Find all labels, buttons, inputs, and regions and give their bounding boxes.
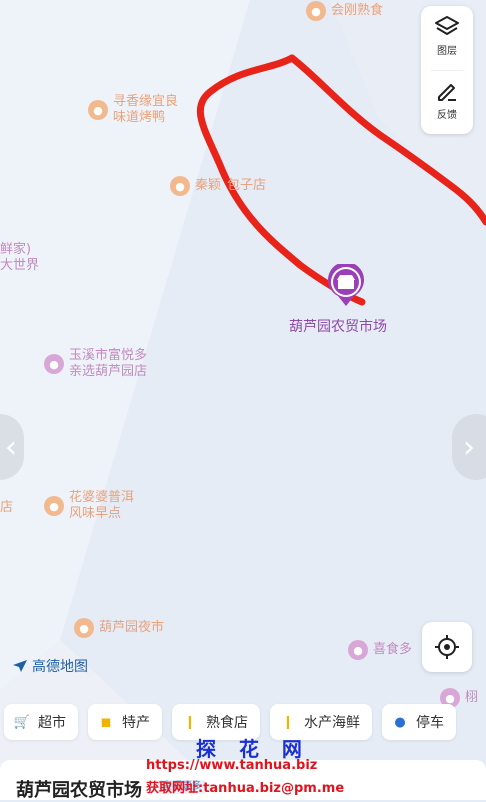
category-label: 熟食店 xyxy=(206,715,248,731)
market-icon xyxy=(328,261,364,306)
next-arrow-button[interactable]: › xyxy=(452,414,486,480)
map-base xyxy=(0,0,486,800)
category-specialty[interactable]: ◼ 特产 xyxy=(88,704,162,740)
poi-yuxi[interactable]: ● 玉溪市富悦多 亲选葫芦园店 xyxy=(44,348,147,380)
fork-icon: ❙ xyxy=(282,714,294,730)
car-icon: ● xyxy=(394,714,406,730)
poi-label: 亲选葫芦园店 xyxy=(69,364,148,379)
feedback-label: 反馈 xyxy=(437,110,457,121)
poi-label: 花婆婆普洱 xyxy=(69,490,135,505)
poi-label: 味道烤鸭 xyxy=(113,110,166,125)
layers-label: 图层 xyxy=(437,46,457,57)
chevron-left-icon: ‹ xyxy=(5,429,17,465)
poi-xishi[interactable]: ● 喜食多 xyxy=(348,640,412,660)
restaurant-icon: ● xyxy=(74,618,94,638)
poi-xunxiang[interactable]: ● 寻香缘宜良 味道烤鸭 xyxy=(88,94,178,126)
chevron-right-icon: › xyxy=(463,429,475,465)
restaurant-icon: ● xyxy=(170,176,190,196)
fork-icon: ❙ xyxy=(184,714,196,730)
locate-button[interactable] xyxy=(422,622,472,672)
poi-label: 会刚熟食 xyxy=(331,3,384,18)
category-label: 水产海鲜 xyxy=(304,715,360,731)
edit-pen-icon xyxy=(438,84,456,101)
offscreen-poi-label: 店 xyxy=(0,500,14,515)
divider xyxy=(431,70,463,71)
map-canvas[interactable]: ● 会刚熟食 ● 寻香缘宜良 味道烤鸭 ● 秦颖 包子店 鲜家) 大世界 葫芦园… xyxy=(0,0,486,800)
amap-arrow-icon xyxy=(13,660,27,672)
poi-label: 玉溪市富悦多 xyxy=(69,348,148,363)
category-label: 超市 xyxy=(38,715,66,731)
watermark-contact: 获取网址:tanhua.biz@pm.me xyxy=(146,781,345,796)
category-parking[interactable]: ● 停车 xyxy=(382,704,456,740)
brand-label: 高德地图 xyxy=(32,659,88,675)
restaurant-icon: ● xyxy=(306,1,326,21)
offscreen-poi-label: 鲜家) 大世界 xyxy=(0,242,40,273)
poi-huiru[interactable]: ● 会刚熟食 xyxy=(306,1,383,21)
amap-logo: 高德地图 xyxy=(12,656,88,676)
market-label: 葫芦园农贸市场 xyxy=(289,319,387,335)
layers-icon xyxy=(435,16,459,35)
watermark-url: https://www.tanhua.biz xyxy=(146,758,318,773)
category-supermarket[interactable]: 🛒 超市 xyxy=(4,704,78,740)
locate-icon xyxy=(435,635,459,659)
restaurant-icon: ● xyxy=(44,496,64,516)
restaurant-icon: ● xyxy=(88,100,108,120)
poi-label: 葫芦园夜市 xyxy=(99,620,165,635)
category-label: 特产 xyxy=(122,715,150,731)
poi-huapo[interactable]: ● 花婆婆普洱 风味早点 xyxy=(44,490,134,522)
feedback-button[interactable]: 反馈 xyxy=(421,78,473,138)
poi-label: 风味早点 xyxy=(69,506,122,521)
cart-icon: 🛒 xyxy=(13,714,31,730)
market-pin[interactable] xyxy=(326,261,366,308)
poi-label: 包子店 xyxy=(227,178,267,193)
poi-label: 寻香缘宜良 xyxy=(113,94,179,109)
layers-button[interactable]: 图层 xyxy=(421,14,473,74)
place-title: 葫芦园农贸市场 xyxy=(16,780,142,801)
bag-icon: ◼ xyxy=(100,714,112,730)
poi-baozi[interactable]: ● 秦颖 包子店 xyxy=(170,176,266,196)
category-label: 停车 xyxy=(416,715,444,731)
map-controls: 图层 反馈 xyxy=(421,6,473,134)
poi-yeshi[interactable]: ● 葫芦园夜市 xyxy=(74,618,164,638)
shop-icon: ● xyxy=(348,640,368,660)
shop-icon: ● xyxy=(44,354,64,374)
poi-label: 喜食多 xyxy=(373,642,413,657)
poi-label: 秦颖 xyxy=(195,178,222,193)
